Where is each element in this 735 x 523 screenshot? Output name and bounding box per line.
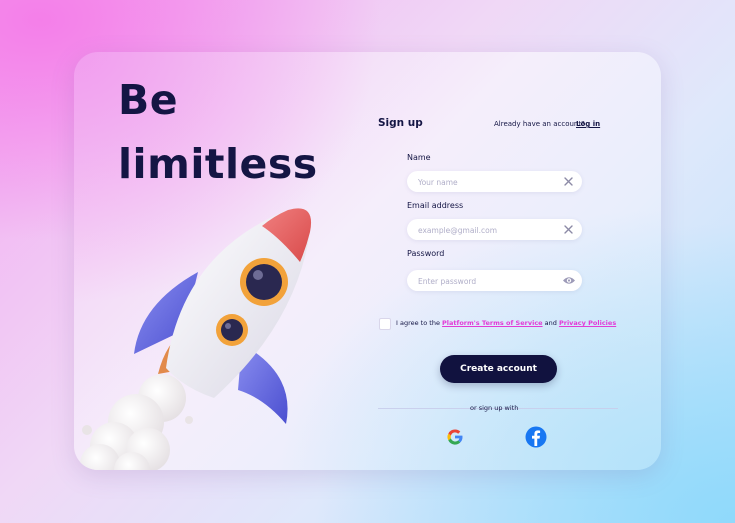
and-text: and — [544, 319, 557, 327]
terms-checkbox[interactable] — [379, 318, 391, 330]
hero-line-1: Be — [118, 76, 179, 124]
name-field-wrapper — [407, 171, 582, 192]
clear-icon[interactable] — [563, 176, 574, 187]
have-account-text: Already have an account? — [494, 120, 585, 128]
agree-prefix: I agree to the — [396, 319, 440, 327]
name-label: Name — [407, 153, 431, 162]
email-input[interactable] — [416, 222, 560, 239]
or-sign-up-text: or sign up with — [470, 404, 519, 412]
form-title: Sign up — [378, 117, 423, 129]
terms-link[interactable]: Platform's Terms of Service — [442, 319, 543, 327]
email-label: Email address — [407, 201, 464, 210]
privacy-link[interactable]: Privacy Policies — [559, 319, 616, 327]
terms-text: I agree to the Platform's Terms of Servi… — [396, 319, 616, 327]
eye-icon[interactable] — [562, 275, 576, 286]
login-link[interactable]: Log in — [576, 120, 600, 128]
signup-card: Be limitless Sign up Already have an acc… — [74, 52, 661, 470]
password-field-wrapper — [407, 270, 582, 291]
password-input[interactable] — [416, 273, 560, 290]
rocket-illustration — [80, 208, 312, 470]
create-account-button[interactable]: Create account — [440, 355, 557, 383]
clear-icon[interactable] — [563, 224, 574, 235]
email-field-wrapper — [407, 219, 582, 240]
password-label: Password — [407, 249, 445, 258]
google-icon[interactable] — [443, 425, 467, 449]
name-input[interactable] — [416, 174, 560, 191]
smoke-cloud — [80, 374, 193, 470]
facebook-icon[interactable] — [524, 425, 548, 449]
hero-line-2: limitless — [118, 140, 318, 188]
